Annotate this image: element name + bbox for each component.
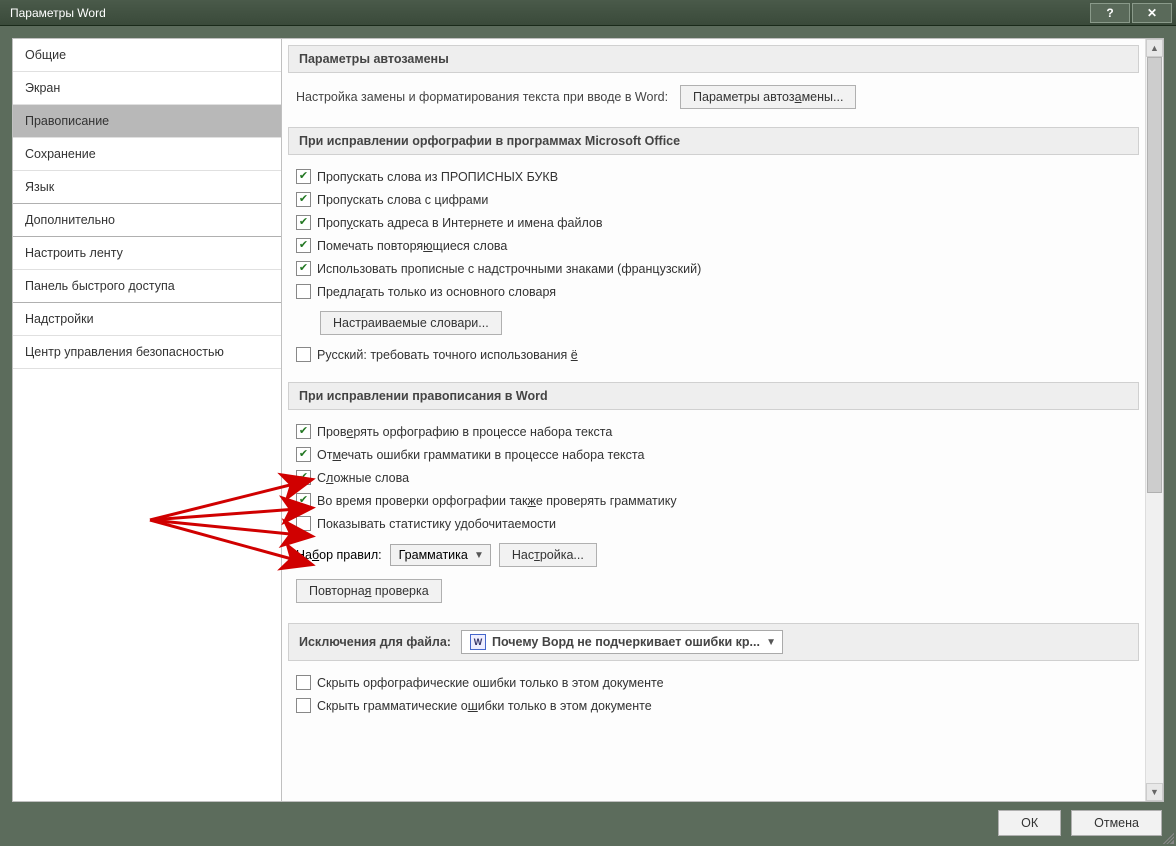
cancel-button[interactable]: Отмена (1071, 810, 1162, 836)
lbl-complex-words: Сложные слова (317, 471, 409, 485)
sidebar: Общие Экран Правописание Сохранение Язык… (12, 38, 282, 802)
chk-french-accents[interactable] (296, 261, 311, 276)
lbl-grammar-with-spell: Во время проверки орфографии также прове… (317, 494, 677, 508)
scroll-track[interactable] (1146, 57, 1163, 783)
dialog-footer: ОК Отмена (998, 810, 1162, 836)
scroll-down-icon[interactable]: ▼ (1146, 783, 1163, 801)
chevron-down-icon: ▼ (474, 550, 484, 561)
chk-russian-yo[interactable] (296, 347, 311, 362)
lbl-readability: Показывать статистику удобочитаемости (317, 517, 556, 531)
chk-repeat-words[interactable] (296, 238, 311, 253)
exceptions-label: Исключения для файла: (299, 635, 451, 649)
chk-skip-urls[interactable] (296, 215, 311, 230)
ruleset-select[interactable]: Грамматика ▼ (390, 544, 491, 566)
chk-hide-spell-errors[interactable] (296, 675, 311, 690)
content-pane: Параметры автозамены Настройка замены и … (282, 39, 1145, 801)
sidebar-item-save[interactable]: Сохранение (13, 138, 281, 171)
ruleset-value: Грамматика (399, 548, 468, 562)
lbl-grammar-typing: Отмечать ошибки грамматики в процессе на… (317, 448, 644, 462)
sidebar-item-advanced[interactable]: Дополнительно (13, 204, 281, 237)
dialog-body: Общие Экран Правописание Сохранение Язык… (0, 26, 1176, 846)
lbl-french-accents: Использовать прописные с надстрочными зн… (317, 262, 701, 276)
lbl-skip-urls: Пропускать адреса в Интернете и имена фа… (317, 216, 603, 230)
titlebar: Параметры Word ? ✕ (0, 0, 1176, 26)
lbl-repeat-words: Помечать повторяющиеся слова (317, 239, 507, 253)
section-word-spell-header: При исправлении правописания в Word (288, 382, 1139, 410)
chk-hide-grammar-errors[interactable] (296, 698, 311, 713)
ruleset-settings-button[interactable]: Настройка... (499, 543, 597, 567)
exceptions-file-select[interactable]: W Почему Ворд не подчеркивает ошибки кр.… (461, 630, 783, 654)
sidebar-item-proofing[interactable]: Правописание (13, 105, 281, 138)
custom-dictionaries-button[interactable]: Настраиваемые словари... (320, 311, 502, 335)
section-autocorrect-header: Параметры автозамены (288, 45, 1139, 73)
chk-skip-digits[interactable] (296, 192, 311, 207)
window-title: Параметры Word (10, 6, 1090, 20)
autocorrect-intro: Настройка замены и форматирования текста… (296, 90, 668, 104)
ruleset-label: Набор правил: (296, 548, 382, 562)
chk-skip-uppercase[interactable] (296, 169, 311, 184)
lbl-skip-uppercase: Пропускать слова из ПРОПИСНЫХ БУКВ (317, 170, 558, 184)
sidebar-item-addins[interactable]: Надстройки (13, 303, 281, 336)
recheck-button[interactable]: Повторная проверка (296, 579, 442, 603)
lbl-hide-spell-errors: Скрыть орфографические ошибки только в э… (317, 676, 664, 690)
sidebar-item-general[interactable]: Общие (13, 39, 281, 72)
chk-grammar-typing[interactable] (296, 447, 311, 462)
close-button[interactable]: ✕ (1132, 3, 1172, 23)
chevron-down-icon: ▼ (766, 637, 776, 648)
help-button[interactable]: ? (1090, 3, 1130, 23)
section-office-spell-header: При исправлении орфографии в программах … (288, 127, 1139, 155)
lbl-skip-digits: Пропускать слова с цифрами (317, 193, 488, 207)
chk-spellcheck-typing[interactable] (296, 424, 311, 439)
ok-button[interactable]: ОК (998, 810, 1061, 836)
chk-main-dict[interactable] (296, 284, 311, 299)
exceptions-file-value: Почему Ворд не подчеркивает ошибки кр... (492, 635, 760, 649)
sidebar-item-ribbon[interactable]: Настроить ленту (13, 237, 281, 270)
chk-grammar-with-spell[interactable] (296, 493, 311, 508)
sidebar-item-language[interactable]: Язык (13, 171, 281, 204)
sidebar-item-trust[interactable]: Центр управления безопасностью (13, 336, 281, 369)
lbl-main-dict: Предлагать только из основного словаря (317, 285, 556, 299)
lbl-russian-yo: Русский: требовать точного использования… (317, 348, 578, 362)
resize-grip[interactable] (1160, 830, 1174, 844)
chk-complex-words[interactable] (296, 470, 311, 485)
document-icon: W (470, 634, 486, 650)
sidebar-item-display[interactable]: Экран (13, 72, 281, 105)
scrollbar[interactable]: ▲ ▼ (1145, 39, 1163, 801)
section-exceptions-header: Исключения для файла: W Почему Ворд не п… (288, 623, 1139, 661)
scroll-thumb[interactable] (1147, 57, 1162, 493)
autocorrect-options-button[interactable]: Параметры автозамены... (680, 85, 856, 109)
chk-readability[interactable] (296, 516, 311, 531)
scroll-up-icon[interactable]: ▲ (1146, 39, 1163, 57)
lbl-spellcheck-typing: Проверять орфографию в процессе набора т… (317, 425, 612, 439)
lbl-hide-grammar-errors: Скрыть грамматические ошибки только в эт… (317, 699, 652, 713)
sidebar-item-qat[interactable]: Панель быстрого доступа (13, 270, 281, 303)
